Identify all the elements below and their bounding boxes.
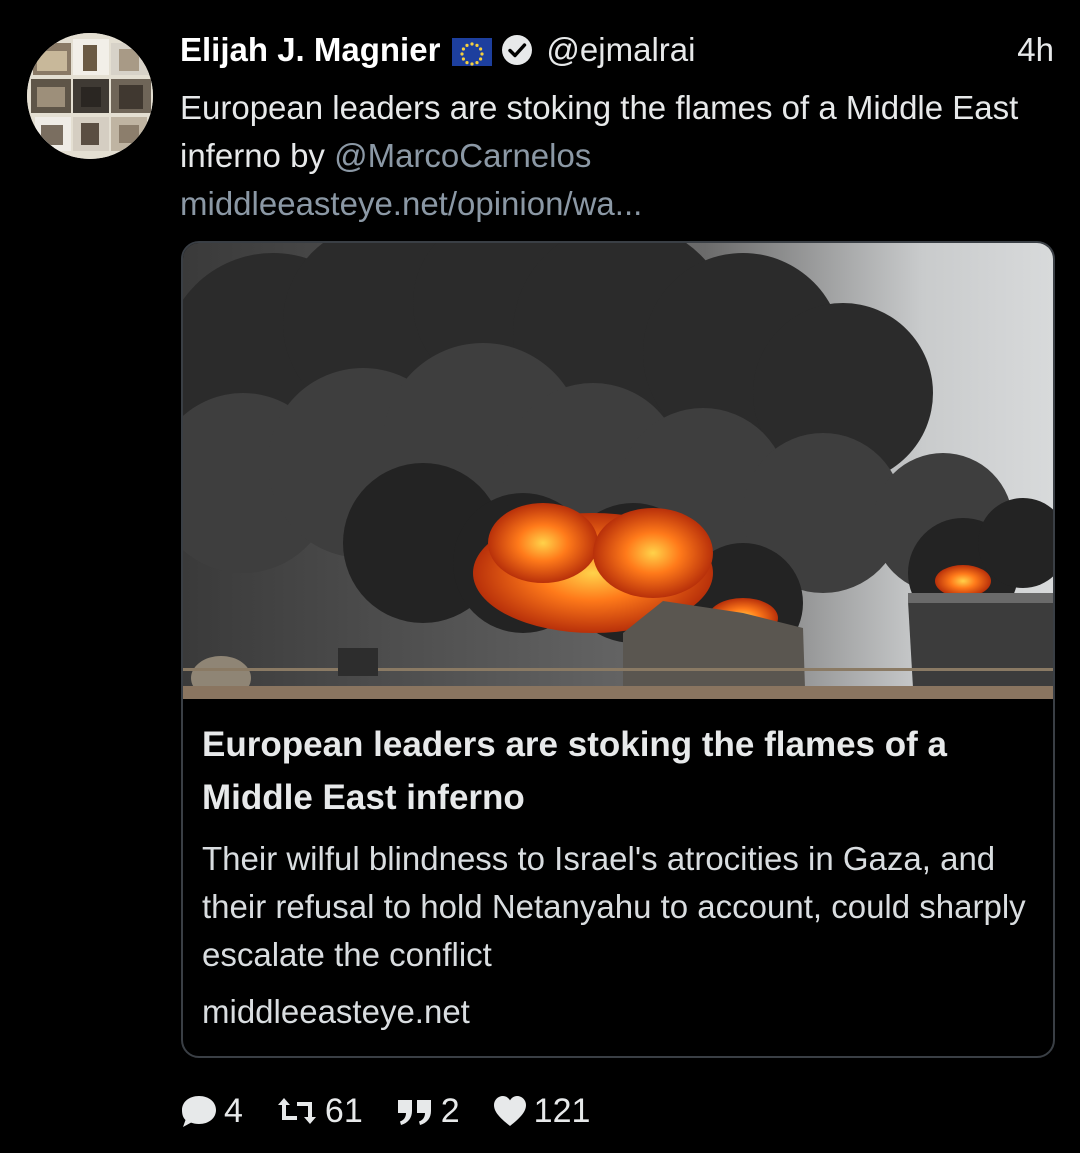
- tweet-actions: 4 61 2 121: [180, 1088, 622, 1134]
- like-button[interactable]: 121: [492, 1091, 591, 1131]
- quote-button[interactable]: 2: [395, 1092, 460, 1131]
- quote-count: 2: [440, 1091, 460, 1130]
- card-title[interactable]: European leaders are stoking the flames …: [202, 718, 1032, 824]
- tweet-text-body: European leaders are stoking the flames …: [180, 89, 1019, 174]
- retweet-icon: [277, 1098, 316, 1124]
- avatar[interactable]: [27, 33, 153, 159]
- verified-badge-icon: [500, 33, 534, 67]
- mention-link[interactable]: @MarcoCarnelos: [334, 137, 591, 174]
- reply-count: 4: [224, 1091, 243, 1130]
- eu-flag-icon: [452, 36, 493, 66]
- card-domain: middleeasteye.net: [202, 993, 470, 1030]
- retweet-count: 61: [324, 1091, 363, 1130]
- tweet-timestamp[interactable]: 4h: [1017, 31, 1054, 69]
- link-preview-card[interactable]: European leaders are stoking the flames …: [181, 241, 1055, 1058]
- reply-icon: [182, 1096, 216, 1127]
- reply-button[interactable]: 4: [180, 1092, 243, 1131]
- card-description: Their wilful blindness to Israel's atroc…: [202, 840, 1026, 973]
- like-count: 121: [533, 1091, 591, 1130]
- heart-icon: [493, 1096, 526, 1126]
- author-name[interactable]: Elijah J. Magnier: [180, 31, 440, 69]
- retweet-button[interactable]: 61: [275, 1092, 363, 1131]
- quote-icon: [397, 1100, 431, 1125]
- tweet-text: European leaders are stoking the flames …: [180, 84, 1050, 228]
- tweet-header: Elijah J. Magnier @ejmalrai 4h: [180, 28, 1054, 72]
- tweet-url-link[interactable]: middleeasteye.net/opinion/wa...: [180, 180, 1050, 228]
- card-image[interactable]: [183, 243, 1053, 699]
- author-handle[interactable]: @ejmalrai: [546, 31, 695, 69]
